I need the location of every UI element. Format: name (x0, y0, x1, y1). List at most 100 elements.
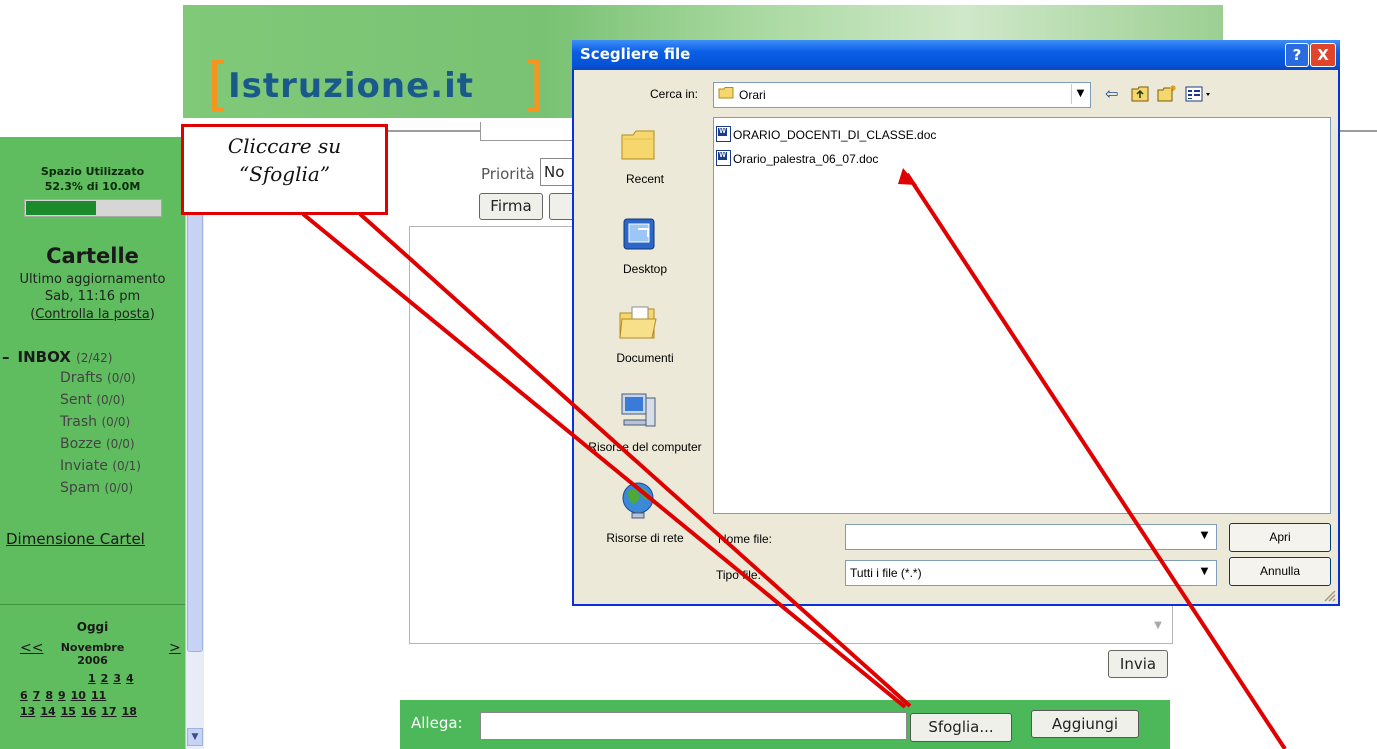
calendar-day[interactable]: 18 (122, 705, 137, 718)
sidebar-item-label: Spam (60, 480, 100, 496)
calendar-day[interactable]: 13 (20, 705, 35, 718)
calendar-today[interactable]: Oggi (0, 620, 185, 634)
sidebar-scroll-thumb[interactable] (187, 150, 203, 652)
chevron-down-icon[interactable]: ▼ (1071, 84, 1089, 104)
priority-label: Priorità (481, 165, 535, 183)
sidebar-item-label: Drafts (60, 370, 103, 386)
close-button[interactable]: X (1310, 43, 1336, 67)
browse-button[interactable]: Sfoglia... (910, 713, 1012, 742)
desktop-icon[interactable] (620, 215, 658, 253)
calendar-day[interactable]: 10 (71, 689, 86, 702)
sidebar-item-inviate[interactable]: Inviate (0/1) (60, 458, 141, 474)
sidebar-item-drafts[interactable]: Drafts (0/0) (60, 370, 136, 386)
chevron-down-icon[interactable]: ▼ (1196, 562, 1213, 582)
sidebar-item-sent[interactable]: Sent (0/0) (60, 392, 125, 408)
calendar-day[interactable]: 15 (61, 705, 76, 718)
sidebar-item-trash[interactable]: Trash (0/0) (60, 414, 130, 430)
space-used-title: Spazio Utilizzato (40, 165, 145, 178)
sidebar-item-count: (0/0) (107, 371, 136, 385)
check-mail-link[interactable]: Controlla la posta (35, 307, 149, 322)
calendar-day[interactable]: 6 (20, 689, 28, 702)
sidebar-item-count: (0/1) (112, 459, 141, 473)
folder-size-link[interactable]: Dimensione Cartel (6, 530, 145, 548)
attach-label: Allega: (411, 714, 463, 732)
logo-bracket-right: ] (522, 50, 545, 118)
calendar-day[interactable]: 17 (101, 705, 116, 718)
calendar-day[interactable]: 9 (58, 689, 66, 702)
calendar-day[interactable]: 7 (33, 689, 41, 702)
sidebar-item-bozze[interactable]: Bozze (0/0) (60, 436, 135, 452)
calendar-week-row: 6 7 8 9 10 11 (20, 689, 111, 702)
look-in-select[interactable] (713, 82, 1091, 108)
sidebar-item-label: Bozze (60, 436, 102, 452)
attach-file-input[interactable] (480, 712, 907, 740)
calendar-day[interactable]: 4 (126, 672, 134, 685)
documents-icon[interactable] (618, 303, 658, 341)
chevron-down-icon[interactable]: ▼ (1196, 526, 1213, 546)
calendar-day[interactable]: 1 (88, 672, 96, 685)
space-usage-fill (26, 201, 96, 215)
check-mail-suffix: ) (149, 307, 155, 322)
calendar-month-name: Novembre (60, 641, 125, 654)
check-mail: (Controlla la posta) (0, 307, 185, 322)
calendar-week-row: 13 14 15 16 17 18 (20, 705, 142, 718)
logo-bracket-left: [ (207, 50, 230, 118)
word-doc-icon: W (716, 126, 731, 142)
send-button[interactable]: Invia (1108, 650, 1168, 678)
calendar-day[interactable]: 8 (45, 689, 53, 702)
place-my-computer[interactable]: Risorse del computer (585, 440, 705, 454)
calendar-year: 2006 (77, 654, 108, 667)
place-recent[interactable]: Recent (585, 172, 705, 186)
sidebar-item-inbox[interactable]: – INBOX (2/42) (2, 348, 112, 366)
file-list[interactable] (713, 117, 1331, 514)
network-icon[interactable] (618, 480, 658, 520)
view-menu-icon[interactable] (1185, 86, 1213, 102)
place-network[interactable]: Risorse di rete (585, 531, 705, 545)
calendar-day[interactable]: 14 (40, 705, 55, 718)
new-folder-icon[interactable] (1157, 84, 1177, 102)
look-in-label: Cerca in: (650, 87, 699, 101)
calendar-day[interactable]: 11 (91, 689, 106, 702)
sidebar-item-count: (0/0) (105, 437, 135, 451)
last-update-label: Ultimo aggiornamento (19, 272, 166, 287)
place-documents[interactable]: Documenti (585, 351, 705, 365)
sidebar-item-label: Inviate (60, 458, 108, 474)
sidebar-item-spam[interactable]: Spam (0/0) (60, 480, 133, 496)
file-item[interactable]: W Orario_palestra_06_07.doc (716, 150, 878, 166)
filename-input[interactable] (845, 524, 1217, 550)
help-button[interactable]: ? (1285, 43, 1309, 67)
calendar-day[interactable]: 3 (113, 672, 121, 685)
scroll-down-icon[interactable]: ▼ (187, 728, 203, 746)
file-name: Orario_palestra_06_07.doc (733, 152, 879, 166)
sidebar-item-label: Sent (60, 392, 92, 408)
cancel-button[interactable]: Annulla (1229, 557, 1331, 586)
open-button[interactable]: Apri (1229, 523, 1331, 552)
sidebar-item-count: (0/0) (101, 415, 131, 429)
calendar-day[interactable]: 16 (81, 705, 96, 718)
calendar-day[interactable]: 2 (101, 672, 109, 685)
resize-grip-icon[interactable] (1322, 588, 1336, 602)
file-item[interactable]: W ORARIO_DOCENTI_DI_CLASSE.doc (716, 126, 936, 142)
callout-line-2: “Sfoglia” (238, 162, 331, 186)
dialog-title: Scegliere file (580, 45, 691, 63)
collapse-icon[interactable]: – (2, 348, 10, 366)
recent-icon[interactable] (620, 127, 656, 161)
filetype-label: Tipo file: (716, 568, 761, 582)
calendar-week-row: 1234 (88, 672, 139, 685)
my-computer-icon[interactable] (618, 390, 658, 430)
add-attachment-button[interactable]: Aggiungi (1031, 710, 1139, 738)
sidebar-item-label: Trash (60, 414, 97, 430)
signature-button[interactable]: Firma (479, 193, 543, 220)
look-in-value: Orari (739, 88, 766, 102)
sidebar-item-count: (0/0) (96, 393, 126, 407)
place-desktop[interactable]: Desktop (585, 262, 705, 276)
file-name: ORARIO_DOCENTI_DI_CLASSE.doc (733, 128, 937, 142)
back-icon[interactable]: ⇦ (1105, 84, 1118, 103)
textarea-scroll-down-icon[interactable]: ▼ (1150, 620, 1166, 636)
up-folder-icon[interactable] (1131, 86, 1149, 102)
calendar-month: Novembre 2006 (0, 641, 185, 667)
sidebar-divider (0, 604, 185, 605)
folders-title: Cartelle (46, 244, 139, 268)
site-logo: Istruzione.it (228, 66, 475, 106)
subject-input[interactable] (480, 122, 582, 141)
